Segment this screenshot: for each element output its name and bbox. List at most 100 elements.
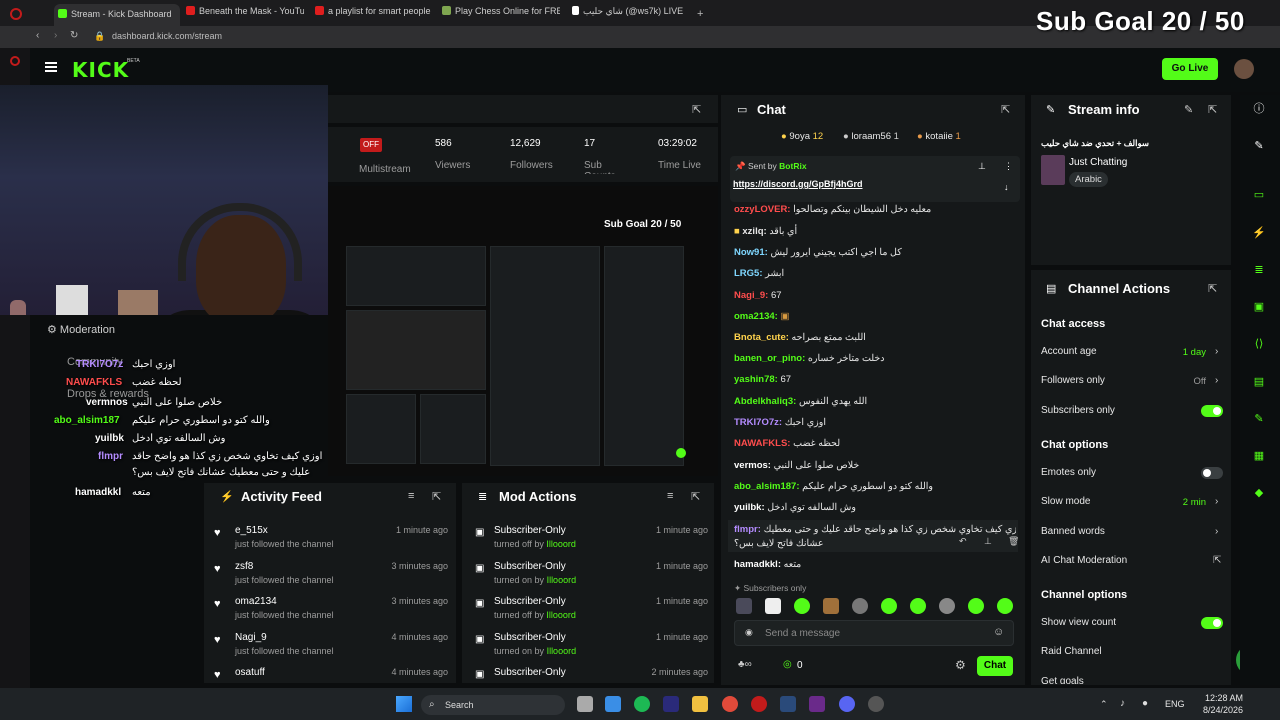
chat-username[interactable]: Bnota_cute: (734, 332, 789, 343)
wrench-icon[interactable]: ✎ (1250, 410, 1268, 428)
chat-message[interactable]: Nagi_9: 67 (734, 290, 782, 301)
more-icon[interactable]: ⋮ (1004, 161, 1013, 172)
chat-username[interactable]: NAWAFKLS: (734, 438, 790, 449)
tab-chess[interactable]: Play Chess Online for FREE (442, 6, 560, 24)
windows-start-icon[interactable] (396, 696, 412, 712)
language-indicator[interactable]: ENG (1165, 699, 1185, 709)
chat-message[interactable]: ■ xzilq: أي باقد (734, 226, 797, 237)
lightning-icon[interactable]: ⚡ (1250, 224, 1268, 242)
back-icon[interactable]: ‹ (36, 30, 39, 41)
spotify-icon[interactable] (634, 696, 650, 712)
emote-icon[interactable] (997, 598, 1013, 614)
chat-message[interactable]: Now91: كل ما اجي اكتب يجيني ايرور ليش (734, 247, 902, 258)
emote-icon[interactable] (910, 598, 926, 614)
filter-icon[interactable]: ≡ (667, 490, 673, 502)
unpin-icon[interactable]: ⊥ (978, 161, 986, 172)
chat-message[interactable]: flmpr: اوزي كيف تخاوي شخص زي كذا هو واضح… (734, 524, 1016, 535)
chat-message[interactable]: yashin78: 67 (734, 374, 791, 385)
chat-message[interactable]: عشانك فاتح لايف بس؟ (734, 538, 824, 549)
follower-name[interactable]: e_515x (235, 525, 268, 536)
steam-icon[interactable] (780, 696, 796, 712)
chrome-icon[interactable] (722, 696, 738, 712)
chat-layout-icon[interactable]: ▭ (1250, 186, 1268, 204)
ai-chat-moderation-row[interactable]: AI Chat Moderation (1041, 555, 1127, 566)
kick-logo[interactable]: KICK (72, 58, 129, 82)
mic-icon[interactable]: ● (1142, 698, 1148, 709)
chat-message[interactable]: TRKI7O7z: اوزي احبك (734, 417, 826, 428)
popout-icon[interactable]: ⇱ (1001, 103, 1010, 116)
popout-icon[interactable]: ⇱ (1208, 103, 1217, 116)
chat-username[interactable]: flmpr: (734, 524, 761, 535)
banned-words-row[interactable]: Banned words (1041, 526, 1105, 537)
emote-icon[interactable] (823, 598, 839, 614)
reply-icon[interactable]: ↶ (959, 536, 967, 547)
chat-input[interactable]: ◉ Send a message ☺ (734, 620, 1014, 646)
info-icon[interactable]: ⓘ (1250, 100, 1268, 118)
category-name[interactable]: Just Chatting (1069, 157, 1127, 168)
obs-icon[interactable] (868, 696, 884, 712)
popout-icon[interactable]: ⇱ (692, 103, 701, 116)
opera-logo-icon[interactable] (10, 8, 22, 20)
emote-icon[interactable] (852, 598, 868, 614)
chat-username[interactable]: xzilq: (742, 226, 766, 237)
pinned-link[interactable]: https://discord.gg/GpBfj4hGrd (733, 179, 863, 189)
filter-icon[interactable]: ≡ (408, 490, 414, 502)
folder-icon[interactable] (692, 696, 708, 712)
clock-date[interactable]: 8/24/2026 (1203, 705, 1243, 715)
pinned-sender[interactable]: BotRix (779, 161, 806, 171)
app-icon[interactable] (809, 696, 825, 712)
chat-message[interactable]: vermos: خلاص صلوا على النبي (734, 460, 859, 471)
chat-message[interactable]: LRG5: ابشر (734, 268, 784, 279)
delete-icon[interactable]: 🗑 (1008, 536, 1019, 547)
clock-time[interactable]: 12:28 AM (1205, 693, 1243, 703)
emoji-icon[interactable]: ☺ (993, 626, 1004, 638)
popout-icon[interactable]: ⇱ (691, 490, 700, 503)
emote-icon[interactable] (881, 598, 897, 614)
chevron-right-icon[interactable]: › (1215, 375, 1218, 386)
slow-mode-row[interactable]: Slow mode (1041, 496, 1090, 507)
chat-username[interactable]: yashin78: (734, 374, 778, 385)
account-age-row[interactable]: Account age (1041, 346, 1097, 357)
follower-name[interactable]: oma2134 (235, 596, 277, 607)
chat-username[interactable]: TRKI7O7z: (734, 417, 782, 428)
chat-message[interactable]: abo_alsim187: والله كتو دو اسطوري حرام ع… (734, 481, 933, 492)
top-supporter[interactable]: ● 9oya 12 (781, 131, 823, 142)
chat-message[interactable]: Abdelkhaliq3: الله يهدي النفوس (734, 396, 867, 407)
top-supporter[interactable]: ● kotaiie 1 (917, 131, 961, 142)
new-tab-icon[interactable]: + (697, 8, 703, 20)
store-icon[interactable] (605, 696, 621, 712)
tab-kick-dashboard[interactable]: Stream - Kick Dashboard (54, 4, 180, 26)
pin-message-icon[interactable]: ⊥ (984, 536, 992, 547)
subscribers-only-toggle[interactable] (1201, 405, 1223, 417)
emote-icon[interactable] (968, 598, 984, 614)
server-icon[interactable]: ▤ (1250, 373, 1268, 391)
chat-username[interactable]: ozzyLOVER: (734, 204, 790, 215)
chat-username[interactable]: abo_alsim187: (734, 481, 799, 492)
avatar[interactable] (1234, 59, 1254, 79)
chevron-up-icon[interactable]: ⌃ (1100, 699, 1108, 710)
diamond-icon[interactable]: ◆ (1250, 484, 1268, 502)
chat-message[interactable]: ozzyLOVER: معليه دخل الشيطان بينكم وتصال… (734, 204, 931, 215)
emote-icon[interactable] (765, 598, 781, 614)
reload-icon[interactable]: ↻ (70, 30, 78, 41)
chat-username[interactable]: hamadkkl: (734, 559, 781, 570)
mod-user[interactable]: Illooord (546, 610, 576, 620)
follower-name[interactable]: Nagi_9 (235, 632, 267, 643)
external-link-icon[interactable]: ⇱ (1213, 555, 1221, 566)
chat-message[interactable]: oma2134: ▣ (734, 311, 789, 322)
popout-icon[interactable]: ⇱ (1208, 282, 1217, 295)
mod-user[interactable]: Illooord (547, 646, 577, 656)
chat-username[interactable]: Nagi_9: (734, 290, 768, 301)
emote-icon[interactable] (794, 598, 810, 614)
multistream-label[interactable]: Multistream (359, 164, 411, 175)
chat-message[interactable]: yuilbk: وش السالفه توي ادخل (734, 502, 856, 513)
follower-name[interactable]: zsf8 (235, 561, 253, 572)
pencil-icon[interactable]: ✎ (1250, 137, 1268, 155)
taskbar-search[interactable]: ⌕ Search (421, 695, 565, 715)
top-supporter[interactable]: ● loraam56 1 (843, 131, 899, 142)
ghost-icon[interactable]: ◉ (745, 627, 753, 638)
chat-username[interactable]: vermos: (734, 460, 771, 471)
settings-gear-icon[interactable]: ⚙ (955, 658, 966, 672)
nav-moderation[interactable]: ⚙ Moderation (47, 323, 115, 336)
follower-name[interactable]: osatuff (235, 667, 265, 678)
